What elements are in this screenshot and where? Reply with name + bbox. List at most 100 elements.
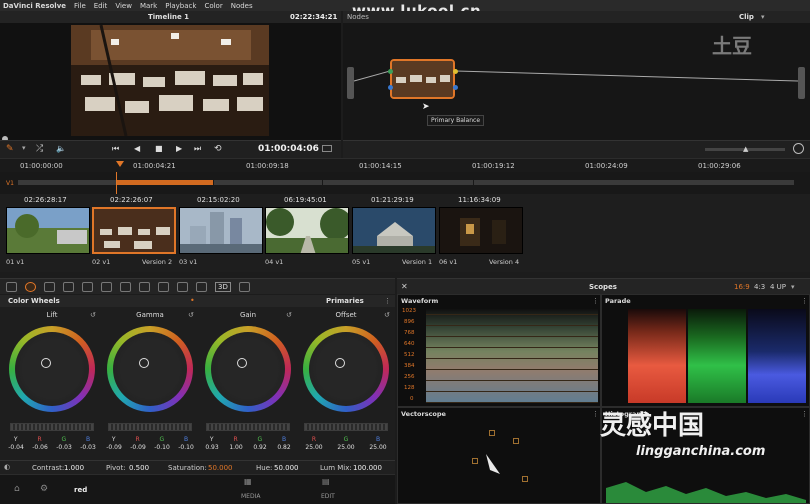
keyboard-icon[interactable] [322,145,332,152]
shuffle-icon[interactable]: ⤮ [36,144,43,154]
watermark-url: lingganchina.com [636,444,766,459]
gamma-master-slider[interactable] [108,423,192,431]
rgb-mixer-icon[interactable] [44,281,55,292]
skip-forward-icon[interactable]: ⏭ [194,144,201,154]
droplet-icon[interactable] [238,281,250,292]
play-icon[interactable]: ▶ [176,144,182,153]
timeline-ruler[interactable]: 01:00:00:00 01:00:04:21 01:00:09:18 01:0… [0,158,810,172]
slider-thumb-icon[interactable]: ▲ [743,145,748,153]
contrast-value[interactable]: 1.000 [64,464,84,472]
pivot-value[interactable]: 0.500 [129,464,149,472]
menu-color[interactable]: Color [204,2,222,10]
media-icon[interactable]: ▦ [244,477,252,486]
reset-icon[interactable]: ↺ [286,311,292,319]
clip-5-thumb[interactable] [352,207,436,254]
saturation-value[interactable]: 50.000 [208,464,233,472]
motion-icon[interactable] [63,281,74,292]
playhead[interactable] [116,161,124,167]
menu-view[interactable]: View [115,2,132,10]
qualifier-icon[interactable] [101,281,112,292]
more-options-icon[interactable]: ⋮ [801,297,808,305]
play-reverse-icon[interactable]: ◀ [134,144,140,153]
lift-values[interactable]: -0.04 -0.06 -0.03 -0.03 [4,444,100,451]
clip-1-thumb[interactable] [6,207,90,254]
lift-puck[interactable] [41,358,51,368]
gamma-puck[interactable] [139,358,149,368]
node-key-output[interactable] [453,85,458,90]
clip-mode-select[interactable]: Clip [739,13,754,21]
sizing-icon[interactable] [196,281,207,292]
menu-file[interactable]: File [74,2,86,10]
offset-puck[interactable] [335,358,345,368]
timeline-clip-5[interactable] [474,180,794,185]
node-key-input[interactable] [388,85,393,90]
lift-master-slider[interactable] [10,423,94,431]
timeline-clip-2[interactable] [117,180,213,185]
more-options-icon[interactable]: ⋮ [592,297,599,305]
stop-icon[interactable]: ■ [155,144,163,153]
gain-values[interactable]: 0.93 1.00 0.92 0.82 [200,444,296,451]
menu-app[interactable]: DaVinci Resolve [3,2,66,10]
scope-layout-select[interactable]: 4 UP [770,283,786,291]
node-rgb-output[interactable] [453,69,458,74]
highlight-tool-icon[interactable]: ✎ [6,144,14,154]
node-rgb-input[interactable] [388,69,393,74]
tracker-icon[interactable] [139,281,150,292]
menu-playback[interactable]: Playback [165,2,196,10]
menu-mark[interactable]: Mark [140,2,157,10]
more-options-icon[interactable]: ⋮ [592,410,599,418]
ratio-4-3[interactable]: 4:3 [754,283,765,291]
clip-2-thumb[interactable] [92,207,176,254]
reset-icon[interactable]: ↺ [188,311,194,319]
chevron-down-icon[interactable]: ▾ [791,283,795,291]
skip-back-icon[interactable]: ⏮ [112,144,119,154]
edit-page-tab[interactable]: EDIT [321,493,335,500]
close-icon[interactable]: ✕ [401,282,408,291]
offset-master-slider[interactable] [304,423,388,431]
node-01[interactable] [390,59,455,99]
edit-icon[interactable]: ▤ [322,477,330,486]
reset-icon[interactable]: ↺ [384,311,390,319]
color-wheels-icon[interactable] [25,281,36,292]
timeline-track[interactable]: V1 [0,172,810,194]
gain-wheel[interactable] [205,326,291,412]
reset-icon[interactable]: ↺ [90,311,96,319]
media-page-tab[interactable]: MEDIA [241,493,260,500]
menu-edit[interactable]: Edit [94,2,108,10]
pivot-label: Pivot: [106,464,126,472]
menu-nodes[interactable]: Nodes [231,2,253,10]
gain-puck[interactable] [237,358,247,368]
offset-values[interactable]: 25.00 25.00 25.00 [298,444,394,451]
stereo-3d-button[interactable]: 3D [215,281,231,292]
gamma-values[interactable]: -0.09 -0.09 -0.10 -0.10 [102,444,198,451]
home-icon[interactable]: ⌂ [14,484,20,494]
clip-3-thumb[interactable] [179,207,263,254]
clip-6-thumb[interactable] [439,207,523,254]
blur-icon[interactable] [158,281,169,292]
node-view-icon[interactable] [793,143,804,154]
gain-master-slider[interactable] [206,423,290,431]
camera-raw-icon[interactable] [6,281,17,292]
primaries-mode-select[interactable]: Primaries [326,297,364,305]
gear-icon[interactable]: ⚙ [40,484,48,494]
curves-icon[interactable] [82,281,93,292]
timeline-clip-3[interactable] [214,180,322,185]
chevron-down-icon[interactable]: ▾ [22,144,26,152]
lummix-value[interactable]: 100.000 [353,464,382,472]
timeline-clip-4[interactable] [323,180,473,185]
more-options-icon[interactable]: ⋮ [384,297,391,305]
chevron-down-icon[interactable]: ▾ [761,13,765,21]
offset-wheel[interactable] [303,326,389,412]
ratio-16-9[interactable]: 16:9 [734,283,750,291]
clip-4-thumb[interactable] [265,207,349,254]
gamma-wheel[interactable] [107,326,193,412]
timeline-clip-1[interactable] [18,180,116,185]
lift-wheel[interactable] [9,326,95,412]
hue-value[interactable]: 50.000 [274,464,299,472]
more-options-icon[interactable]: ⋮ [801,410,808,418]
speaker-icon[interactable]: 🔈 [56,144,66,153]
window-icon[interactable] [120,281,131,292]
key-icon[interactable] [177,281,188,292]
loop-icon[interactable]: ⟲ [214,144,222,154]
auto-balance-icon[interactable]: ◐ [4,463,10,471]
